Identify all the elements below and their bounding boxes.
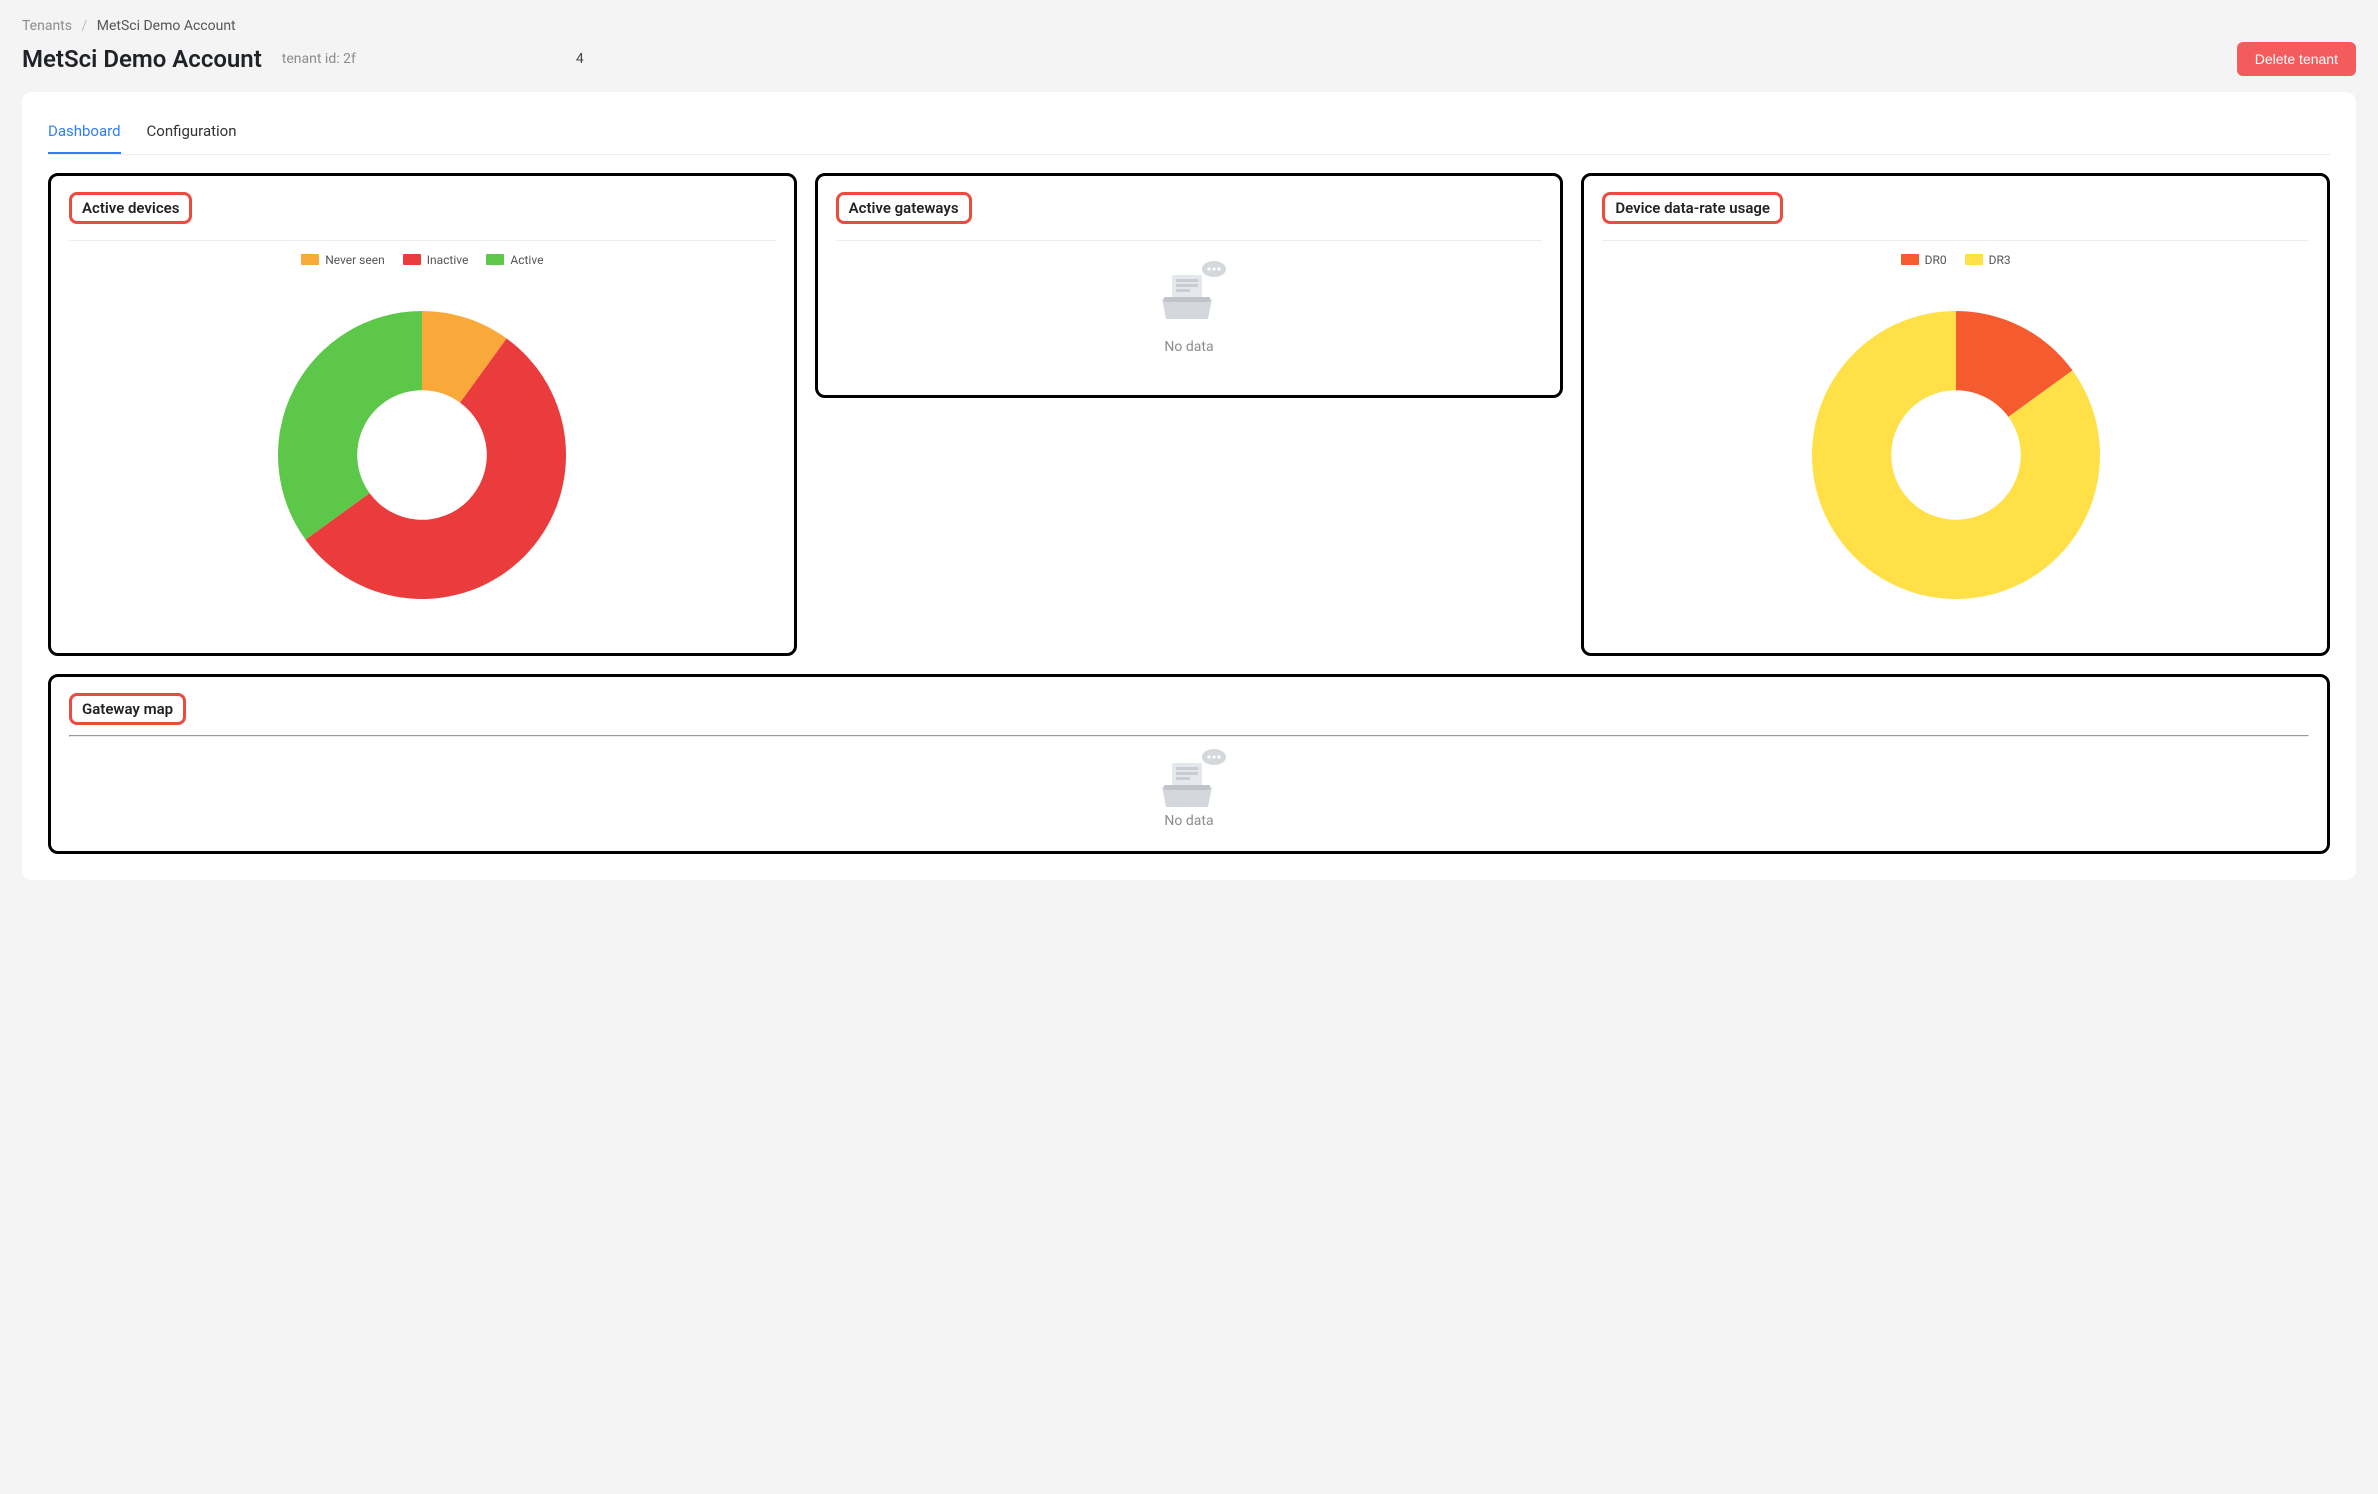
no-data-active-gateways: No data bbox=[836, 253, 1543, 357]
legend-label-active: Active bbox=[510, 253, 543, 267]
main-panel: Dashboard Configuration Active devices N… bbox=[22, 92, 2356, 880]
breadcrumb-link-tenants[interactable]: Tenants bbox=[22, 18, 72, 34]
stray-value: 4 bbox=[576, 51, 584, 67]
donut-chart-data-rate bbox=[1602, 275, 2309, 635]
delete-tenant-button[interactable]: Delete tenant bbox=[2237, 42, 2356, 76]
no-data-text: No data bbox=[1164, 339, 1213, 355]
card-title-gateway-map: Gateway map bbox=[69, 693, 186, 725]
legend-data-rate: DR0 DR3 bbox=[1602, 253, 2309, 267]
tab-dashboard[interactable]: Dashboard bbox=[48, 112, 121, 154]
card-gateway-map: Gateway map No data bbox=[48, 674, 2330, 854]
legend-label-never-seen: Never seen bbox=[325, 253, 385, 267]
legend-item-inactive: Inactive bbox=[403, 253, 469, 267]
page-header: MetSci Demo Account tenant id: 2f 4 Dele… bbox=[22, 42, 2356, 76]
legend-item-dr0: DR0 bbox=[1901, 253, 1947, 267]
tabs: Dashboard Configuration bbox=[48, 112, 2330, 155]
tenant-id-label: tenant id: 2f bbox=[282, 51, 356, 67]
page-title: MetSci Demo Account bbox=[22, 45, 262, 73]
card-title-data-rate: Device data-rate usage bbox=[1602, 192, 1783, 224]
legend-label-inactive: Inactive bbox=[427, 253, 469, 267]
card-active-devices: Active devices Never seen Inactive Activ… bbox=[48, 173, 797, 656]
swatch-dr0-icon bbox=[1901, 254, 1919, 265]
card-active-gateways: Active gateways No data bbox=[815, 173, 1564, 398]
legend-item-never-seen: Never seen bbox=[301, 253, 385, 267]
swatch-inactive-icon bbox=[403, 254, 421, 265]
no-data-gateway-map: No data bbox=[69, 737, 2309, 835]
empty-state-icon bbox=[1150, 749, 1228, 813]
legend-item-dr3: DR3 bbox=[1965, 253, 2011, 267]
card-title-active-gateways: Active gateways bbox=[836, 192, 972, 224]
legend-label-dr0: DR0 bbox=[1925, 253, 1947, 267]
swatch-active-icon bbox=[486, 254, 504, 265]
tab-configuration[interactable]: Configuration bbox=[147, 112, 237, 154]
legend-item-active: Active bbox=[486, 253, 543, 267]
card-title-active-devices: Active devices bbox=[69, 192, 192, 224]
donut-chart-active-devices bbox=[69, 275, 776, 635]
empty-state-icon bbox=[1150, 261, 1228, 325]
no-data-text: No data bbox=[1164, 813, 1213, 829]
breadcrumb-current: MetSci Demo Account bbox=[97, 18, 236, 34]
legend-active-devices: Never seen Inactive Active bbox=[69, 253, 776, 267]
breadcrumb-separator: / bbox=[81, 18, 87, 34]
card-data-rate: Device data-rate usage DR0 DR3 bbox=[1581, 173, 2330, 656]
legend-label-dr3: DR3 bbox=[1989, 253, 2011, 267]
breadcrumb: Tenants / MetSci Demo Account bbox=[22, 18, 2356, 34]
swatch-never-seen-icon bbox=[301, 254, 319, 265]
swatch-dr3-icon bbox=[1965, 254, 1983, 265]
